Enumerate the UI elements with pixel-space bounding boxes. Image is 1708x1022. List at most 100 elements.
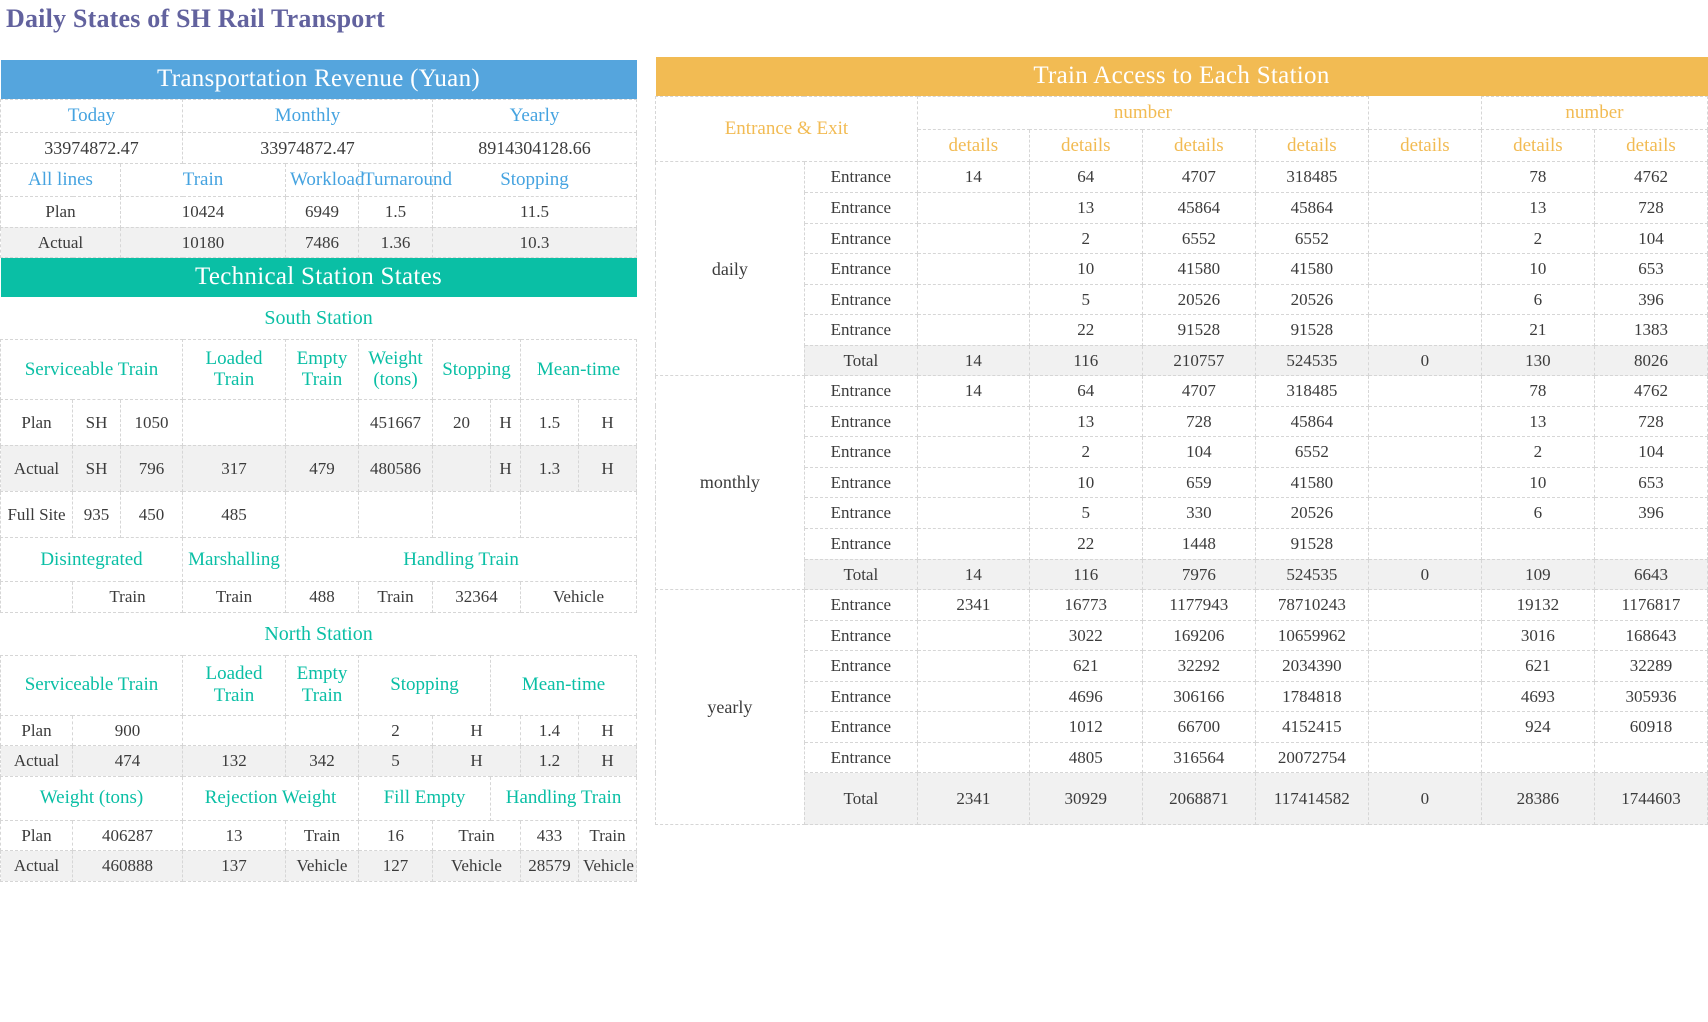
north-sub-plan-rejection: 13: [183, 820, 286, 851]
access-cell: 2341: [917, 590, 1029, 621]
revenue-actual-label: Actual: [1, 227, 121, 258]
revenue-actual-turnaround: 1.36: [359, 227, 433, 258]
access-total-label: Total: [804, 345, 917, 376]
north-sub-actual-rejection-unit: Vehicle: [286, 851, 359, 882]
south-fullsite-label: Full Site: [1, 491, 73, 537]
access-row-type: Entrance: [804, 681, 917, 712]
north-header-empty: Empty Train: [286, 655, 359, 715]
access-cell: 4762: [1594, 162, 1707, 193]
revenue-header-train: Train: [121, 164, 286, 197]
access-cell: 116: [1029, 559, 1142, 590]
access-period-yearly: yearly: [656, 590, 805, 825]
access-cell: 168643: [1594, 620, 1707, 651]
table-row: Entrance 4805 316564 20072754: [656, 742, 1708, 773]
revenue-header-turnaround: Turnaround: [359, 164, 433, 197]
access-cell: [917, 467, 1029, 498]
table-row-total: Total 14 116 210757 524535 0 130 8026: [656, 345, 1708, 376]
access-row-type: Entrance: [804, 284, 917, 315]
revenue-period-yearly: Yearly: [433, 99, 637, 132]
north-plan-stopping-unit: H: [433, 715, 521, 746]
access-cell: 6552: [1142, 223, 1255, 254]
access-cell: 6552: [1255, 223, 1368, 254]
table-row: Actual 474 132 342 5 H 1.2 H: [1, 746, 637, 777]
access-cell: [917, 192, 1029, 223]
access-cell: [1481, 529, 1594, 560]
north-subheader-rejection: Rejection Weight: [183, 776, 359, 820]
north-plan-empty: [286, 715, 359, 746]
south-station-title: South Station: [1, 297, 637, 340]
technical-station-table: Technical Station States South Station S…: [0, 258, 637, 881]
access-cell: 2: [1481, 437, 1594, 468]
access-group-number-2: number: [1481, 96, 1707, 129]
access-cell: 16773: [1029, 590, 1142, 621]
access-cell: 116: [1029, 345, 1142, 376]
access-row-type: Entrance: [804, 590, 917, 621]
access-cell: 10: [1481, 254, 1594, 285]
south-actual-stopping-unit: H: [491, 445, 521, 491]
north-sub-actual-label: Actual: [1, 851, 73, 882]
access-cell: 6552: [1255, 437, 1368, 468]
access-row-type: Entrance: [804, 223, 917, 254]
access-cell: [917, 284, 1029, 315]
access-cell: 4693: [1481, 681, 1594, 712]
north-sub-actual-fill-unit: Vehicle: [433, 851, 521, 882]
access-cell: 30929: [1029, 773, 1142, 825]
access-cell: 32292: [1142, 651, 1255, 682]
access-cell: 28386: [1481, 773, 1594, 825]
access-cell: 2068871: [1142, 773, 1255, 825]
table-row: yearly Entrance 2341 16773 1177943 78710…: [656, 590, 1708, 621]
access-cell: 14: [917, 376, 1029, 407]
access-cell: [917, 742, 1029, 773]
access-cell: [1368, 223, 1481, 254]
access-total-label: Total: [804, 773, 917, 825]
revenue-plan-workload: 6949: [286, 197, 359, 228]
access-cell: [917, 315, 1029, 346]
table-row: Entrance 22 1448 91528: [656, 529, 1708, 560]
table-row: Entrance 22 91528 91528 21 1383: [656, 315, 1708, 346]
access-cell: 64: [1029, 376, 1142, 407]
access-cell: 66700: [1142, 712, 1255, 743]
access-group-spacer: [1368, 96, 1481, 129]
south-plan-code: SH: [73, 399, 121, 445]
north-sub-plan-fill: 16: [359, 820, 433, 851]
access-cell: 14: [917, 162, 1029, 193]
south-sub-handling-value: 32364: [433, 581, 521, 612]
table-row: Entrance 10 41580 41580 10 653: [656, 254, 1708, 285]
table-row: Entrance 4696 306166 1784818 4693 305936: [656, 681, 1708, 712]
access-detail-header-5: details: [1368, 129, 1481, 162]
access-cell: [1368, 590, 1481, 621]
access-cell: [917, 620, 1029, 651]
south-header-loaded: Loaded Train: [183, 339, 286, 399]
north-subheader-weight: Weight (tons): [1, 776, 183, 820]
table-row: Full Site 935 450 485: [1, 491, 637, 537]
revenue-plan-train: 10424: [121, 197, 286, 228]
access-cell: [1368, 651, 1481, 682]
access-cell: [917, 681, 1029, 712]
south-plan-meantime-unit: H: [579, 399, 637, 445]
access-cell: [917, 223, 1029, 254]
access-cell: 305936: [1594, 681, 1707, 712]
access-cell: 210757: [1142, 345, 1255, 376]
access-cell: [917, 254, 1029, 285]
access-cell: [1368, 529, 1481, 560]
south-actual-serviceable: 796: [121, 445, 183, 491]
access-cell: 41580: [1255, 254, 1368, 285]
south-header-meantime: Mean-time: [521, 339, 637, 399]
access-cell: [1368, 498, 1481, 529]
south-sub-handling-unit: Train: [359, 581, 433, 612]
table-row: Entrance 13 45864 45864 13 728: [656, 192, 1708, 223]
access-cell: [1368, 406, 1481, 437]
access-cell: [1481, 742, 1594, 773]
access-row-type: Entrance: [804, 467, 917, 498]
access-cell: 104: [1594, 223, 1707, 254]
north-subheader-handling: Handling Train: [491, 776, 637, 820]
table-row: Plan 900 2 H 1.4 H: [1, 715, 637, 746]
north-header-loaded: Loaded Train: [183, 655, 286, 715]
access-cell: 91528: [1255, 315, 1368, 346]
access-row-type: Entrance: [804, 651, 917, 682]
table-row: Entrance 5 330 20526 6 396: [656, 498, 1708, 529]
north-sub-header-row: Weight (tons) Rejection Weight Fill Empt…: [1, 776, 637, 820]
access-row-type: Entrance: [804, 712, 917, 743]
access-row-type: Entrance: [804, 498, 917, 529]
access-cell: 10: [1029, 254, 1142, 285]
